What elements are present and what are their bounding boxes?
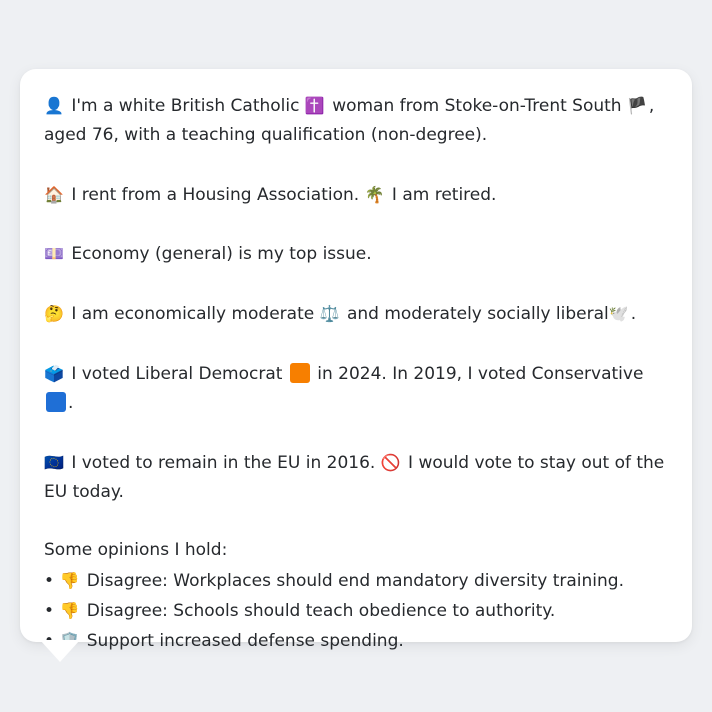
dove-icon: 🕊️ [608,304,629,324]
identity-text-a: I'm a white British Catholic [71,96,300,116]
cross-icon: ✝️ [304,96,325,115]
housing-paragraph: 🏠 I rent from a Housing Association. 🌴 I… [44,180,668,210]
vote-text-a: I voted Liberal Democrat [71,363,283,384]
money-icon: 💷 [44,244,64,264]
opinion-text: Disagree: Schools should teach obedience… [86,601,556,622]
thinking-face-icon: 🤔 [44,304,64,324]
eu-flag-icon: 🇪🇺 [44,452,64,472]
england-flag-icon: 🏴 [626,96,647,115]
thumbs-down-icon: 👎 [59,570,80,590]
opinion-item: • 👎 Disagree: Schools should teach obedi… [44,596,668,626]
ballot-box-icon: 🗳️ [44,363,64,383]
eu-paragraph: 🇪🇺 I voted to remain in the EU in 2016. … [44,448,668,508]
vote-text-b: in 2024. In 2019, I voted Conservative [317,363,644,384]
ideology-paragraph: 🤔 I am economically moderate ⚖️ and mode… [44,299,668,329]
opinion-item: • 👎 Disagree: Workplaces should end mand… [44,566,668,596]
bubble-tail [40,640,80,662]
bullet: • [44,570,55,591]
bullet: • [44,601,55,622]
ideology-text-a: I am economically moderate [71,304,315,325]
opinion-text: Support increased defense spending. [86,631,404,652]
identity-text-b: woman from Stoke-on-Trent South [332,96,622,116]
issue-paragraph: 💷 Economy (general) is my top issue. [44,239,668,269]
thumbs-down-icon: 👎 [59,601,80,621]
ideology-text-b: and moderately socially liberal [346,304,609,325]
identity-paragraph: 👤 I'm a white British Catholic ✝️ woman … [44,91,668,151]
opinions-heading: Some opinions I hold: [44,540,228,561]
eu-text-a: I voted to remain in the EU in 2016. [71,452,376,473]
house-icon: 🏠 [44,184,64,204]
vote-text-c: . [68,392,74,413]
orange-square-icon [289,362,310,383]
scales-icon: ⚖️ [319,304,340,324]
palm-tree-icon: 🌴 [364,184,385,204]
housing-text: I rent from a Housing Association. [71,184,360,205]
no-entry-icon: 🚫 [380,452,401,472]
opinion-text: Disagree: Workplaces should end mandator… [86,570,624,591]
person-icon: 👤 [44,96,64,115]
vote-paragraph: 🗳️ I voted Liberal Democrat in 2024. In … [44,359,668,419]
opinion-item: • 🛡️ Support increased defense spending. [44,626,668,656]
work-text: I am retired. [391,184,497,205]
ideology-text-c: . [630,304,637,325]
issue-text: Economy (general) is my top issue. [71,244,372,265]
opinions-section: Some opinions I hold: • 👎 Disagree: Work… [44,536,668,656]
persona-message-bubble: 👤 I'm a white British Catholic ✝️ woman … [20,69,692,651]
blue-square-icon [46,391,66,412]
